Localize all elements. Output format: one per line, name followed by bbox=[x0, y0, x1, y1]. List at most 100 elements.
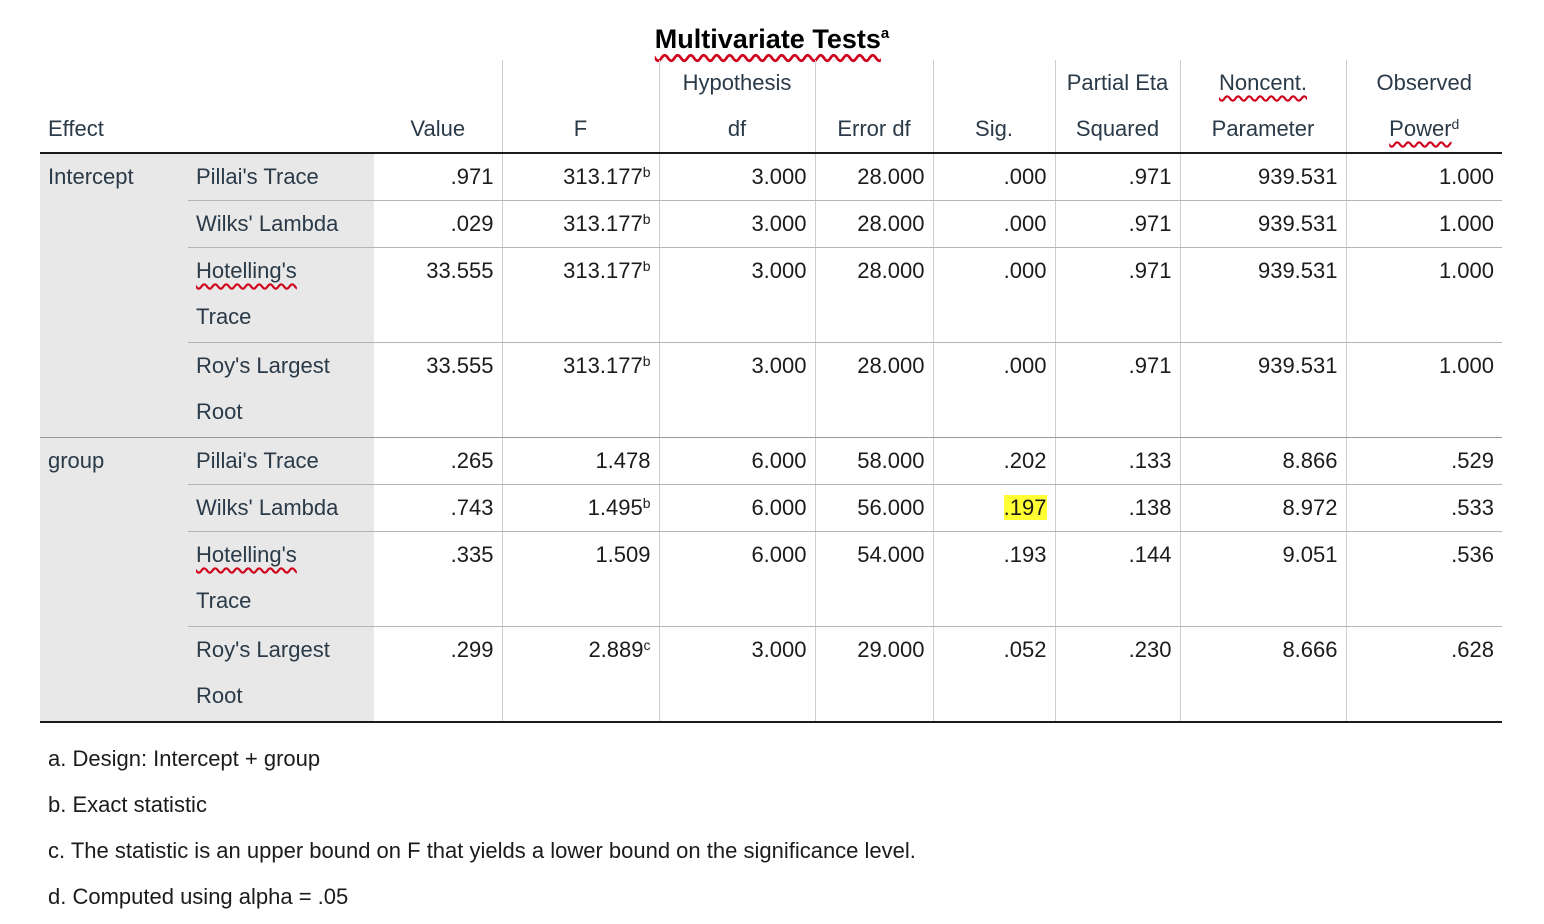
header-f: F bbox=[502, 106, 660, 154]
header-hypothesis-bottom: df bbox=[659, 106, 816, 154]
statistic-label: Wilks' Lambda bbox=[188, 484, 374, 532]
statistic-label: Hotelling's Trace bbox=[188, 531, 374, 627]
f-footnote-marker: b bbox=[642, 353, 651, 369]
table-header: Hypothesis Partial Eta Noncent. Observed… bbox=[40, 60, 1502, 154]
value-cell: .335 bbox=[374, 531, 503, 627]
f-value: 313.177 bbox=[563, 164, 643, 189]
header-sig: Sig. bbox=[933, 106, 1056, 154]
error-df-cell: 28.000 bbox=[815, 153, 934, 201]
header-observed-bottom: Powerd bbox=[1346, 106, 1502, 154]
partial-eta-cell: .971 bbox=[1055, 200, 1181, 248]
f-value: 313.177 bbox=[563, 258, 643, 283]
table-row: Roy's Largest Root .299 2.889c 3.000 29.0… bbox=[40, 626, 1502, 723]
hypothesis-df-cell: 6.000 bbox=[659, 531, 816, 627]
power-cell: 1.000 bbox=[1346, 200, 1502, 248]
f-cell: 1.478 bbox=[502, 437, 660, 485]
power-cell: .533 bbox=[1346, 484, 1502, 532]
table-title: Multivariate Testsa bbox=[0, 24, 1544, 55]
statistic-label-line1: Hotelling's bbox=[196, 258, 297, 283]
table-body: Intercept Pillai's Trace .971 313.177b 3… bbox=[40, 153, 1502, 723]
value-cell: .265 bbox=[374, 437, 503, 485]
hypothesis-df-cell: 6.000 bbox=[659, 484, 816, 532]
effect-label: group bbox=[40, 437, 188, 485]
hypothesis-df-cell: 3.000 bbox=[659, 626, 816, 723]
noncent-cell: 939.531 bbox=[1180, 342, 1347, 438]
f-cell: 313.177b bbox=[502, 200, 660, 248]
error-df-cell: 56.000 bbox=[815, 484, 934, 532]
table-row: group Pillai's Trace .265 1.478 6.000 58… bbox=[40, 437, 1502, 485]
partial-eta-cell: .971 bbox=[1055, 342, 1181, 438]
effect-label bbox=[40, 531, 188, 627]
table-row: Intercept Pillai's Trace .971 313.177b 3… bbox=[40, 153, 1502, 201]
value-cell: .299 bbox=[374, 626, 503, 723]
noncent-cell: 8.666 bbox=[1180, 626, 1347, 723]
noncent-cell: 8.866 bbox=[1180, 437, 1347, 485]
error-df-cell: 28.000 bbox=[815, 247, 934, 343]
f-cell: 313.177b bbox=[502, 342, 660, 438]
statistic-label: Pillai's Trace bbox=[188, 153, 374, 201]
statistic-label-line2: Root bbox=[196, 399, 243, 424]
f-footnote-marker: b bbox=[642, 164, 651, 180]
footnote-a: a. Design: Intercept + group bbox=[48, 746, 321, 771]
partial-eta-cell: .230 bbox=[1055, 626, 1181, 723]
value-cell: 33.555 bbox=[374, 247, 503, 343]
hypothesis-df-cell: 3.000 bbox=[659, 247, 816, 343]
power-cell: 1.000 bbox=[1346, 342, 1502, 438]
f-value: 1.495 bbox=[587, 495, 643, 520]
noncent-cell: 939.531 bbox=[1180, 200, 1347, 248]
sig-cell: .000 bbox=[933, 200, 1056, 248]
f-footnote-marker: b bbox=[642, 211, 651, 227]
sig-cell: .193 bbox=[933, 531, 1056, 627]
footnote-b: b. Exact statistic bbox=[48, 792, 207, 817]
error-df-cell: 54.000 bbox=[815, 531, 934, 627]
effect-label bbox=[40, 626, 188, 723]
f-value: 313.177 bbox=[563, 211, 643, 236]
multivariate-tests-table: Hypothesis Partial Eta Noncent. Observed… bbox=[40, 60, 1502, 723]
statistic-label: Wilks' Lambda bbox=[188, 200, 374, 248]
statistic-label-line2: Root bbox=[196, 683, 243, 708]
f-cell: 313.177b bbox=[502, 247, 660, 343]
power-cell: 1.000 bbox=[1346, 153, 1502, 201]
f-value: 313.177 bbox=[563, 353, 643, 378]
header-power-text: Power bbox=[1389, 116, 1452, 141]
f-cell: 1.509 bbox=[502, 531, 660, 627]
f-footnote-marker: b bbox=[642, 495, 651, 511]
partial-eta-cell: .971 bbox=[1055, 247, 1181, 343]
table-row: Wilks' Lambda .743 1.495b 6.000 56.000 .… bbox=[40, 484, 1502, 532]
statistic-label: Hotelling's Trace bbox=[188, 247, 374, 343]
statistic-label-line1: Roy's Largest bbox=[196, 353, 330, 378]
table-row: Roy's Largest Root 33.555 313.177b 3.000 … bbox=[40, 342, 1502, 438]
f-value: 1.509 bbox=[595, 542, 651, 567]
error-df-cell: 28.000 bbox=[815, 200, 934, 248]
statistic-label: Pillai's Trace bbox=[188, 437, 374, 485]
highlighted-sig-value: .197 bbox=[1003, 495, 1047, 520]
hypothesis-df-cell: 3.000 bbox=[659, 200, 816, 248]
header-effect: Effect bbox=[40, 106, 188, 154]
statistic-label-line2: Trace bbox=[196, 588, 252, 613]
noncent-cell: 8.972 bbox=[1180, 484, 1347, 532]
table-row: Hotelling's Trace .335 1.509 6.000 54.000… bbox=[40, 531, 1502, 627]
power-cell: .536 bbox=[1346, 531, 1502, 627]
header-noncent-text: Noncent. bbox=[1218, 70, 1308, 95]
sig-cell: .202 bbox=[933, 437, 1056, 485]
f-footnote-marker: c bbox=[643, 637, 651, 653]
statistic-label: Roy's Largest Root bbox=[188, 626, 374, 723]
statistic-label-line1: Hotelling's bbox=[196, 542, 297, 567]
partial-eta-cell: .144 bbox=[1055, 531, 1181, 627]
effect-label bbox=[40, 342, 188, 438]
header-value: Value bbox=[374, 106, 503, 154]
partial-eta-cell: .133 bbox=[1055, 437, 1181, 485]
effect-label bbox=[40, 200, 188, 248]
noncent-cell: 939.531 bbox=[1180, 153, 1347, 201]
noncent-cell: 9.051 bbox=[1180, 531, 1347, 627]
title-footnote-marker: a bbox=[880, 25, 890, 42]
table-row: Wilks' Lambda .029 313.177b 3.000 28.000… bbox=[40, 200, 1502, 248]
f-value: 2.889 bbox=[588, 637, 644, 662]
footnotes: a. Design: Intercept + group b. Exact st… bbox=[48, 736, 916, 920]
f-footnote-marker: b bbox=[642, 258, 651, 274]
header-hypothesis-top: Hypothesis bbox=[659, 60, 816, 106]
footnote-d: d. Computed using alpha = .05 bbox=[48, 884, 349, 909]
hypothesis-df-cell: 3.000 bbox=[659, 342, 816, 438]
statistic-label-line1: Roy's Largest bbox=[196, 637, 330, 662]
statistic-label: Roy's Largest Root bbox=[188, 342, 374, 438]
